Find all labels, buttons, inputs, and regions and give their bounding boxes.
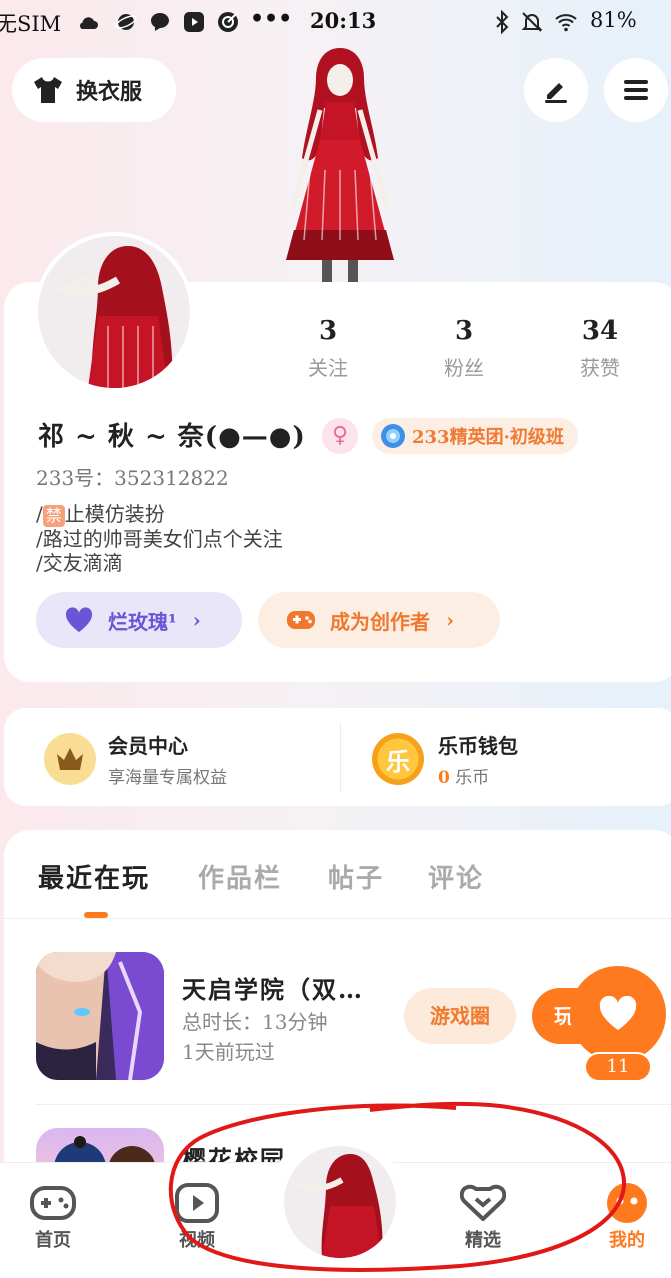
heart-icon <box>599 996 637 1030</box>
stat-following[interactable]: 3 关注 <box>268 316 388 381</box>
avatar-image <box>56 246 173 388</box>
user-id: 233号：352312822 <box>36 466 229 490</box>
mute-bell-icon <box>521 12 543 32</box>
nav-home-label: 首页 <box>35 1230 71 1251</box>
battery-level: 81% <box>590 8 637 32</box>
cloud-icon <box>80 17 98 29</box>
chevron-right-icon: › <box>446 608 454 632</box>
divider <box>4 918 671 919</box>
tab-comments[interactable]: 评论 <box>428 858 484 895</box>
lebi-coin-icon: 乐 <box>372 733 424 785</box>
chevron-right-icon: › <box>192 608 201 632</box>
wallet-title: 乐币钱包 <box>438 734 518 758</box>
nav-home[interactable]: 首页 <box>8 1180 98 1252</box>
become-creator-button[interactable]: 成为创作者 › <box>258 592 500 648</box>
gamepad-icon <box>30 1186 76 1220</box>
clock: 20:13 <box>310 8 377 33</box>
group-badge[interactable]: 233精英团·初级班 <box>372 418 578 454</box>
crown-icon <box>44 733 96 785</box>
status-bar: 无SIM ••• 20:13 81% <box>0 0 671 44</box>
stat-likes[interactable]: 34 获赞 <box>540 316 660 381</box>
likes-label: 获赞 <box>580 356 620 380</box>
bio-line-3: /交友滴滴 <box>36 551 123 575</box>
bio-slash: / <box>36 502 43 526</box>
likes-count: 34 <box>581 316 619 346</box>
last-played: 1天前玩过 <box>182 1040 275 1064</box>
heart-icon <box>65 607 93 632</box>
female-gender-icon: ♀ <box>322 418 358 454</box>
play-duration: 总时长：13分钟 <box>182 1010 328 1034</box>
rose-pill-button[interactable]: 烂玫瑰¹ › <box>36 592 242 648</box>
followers-label: 粉丝 <box>444 356 484 380</box>
stat-followers[interactable]: 3 粉丝 <box>404 316 524 381</box>
rose-pill-label: 烂玫瑰¹ <box>108 609 177 634</box>
following-label: 关注 <box>308 356 348 380</box>
become-creator-label: 成为创作者 <box>330 609 430 634</box>
planet-icon <box>115 14 137 30</box>
following-count: 3 <box>318 316 338 346</box>
vip-center-entry[interactable]: 会员中心 享海量专属权益 <box>44 730 227 788</box>
like-count: 11 <box>584 1052 652 1082</box>
divider <box>340 722 341 792</box>
group-badge-label: 233精英团·初级班 <box>412 427 564 448</box>
sim-status: 无SIM <box>0 12 62 36</box>
profile-avatar[interactable] <box>34 232 194 392</box>
game-circle-button[interactable]: 游戏圈 <box>404 988 516 1044</box>
tab-works[interactable]: 作品栏 <box>198 858 282 895</box>
change-outfit-label: 换衣服 <box>76 79 143 105</box>
followers-count: 3 <box>454 316 474 346</box>
bio-line-2: /路过的帅哥美女们点个关注 <box>36 527 283 551</box>
wallet-entry[interactable]: 乐 乐币钱包 0 乐币 <box>372 730 518 788</box>
wallet-balance: 0 乐币 <box>438 763 518 788</box>
tab-posts[interactable]: 帖子 <box>328 858 384 895</box>
bio-line-1: 止模仿装扮 <box>64 502 165 526</box>
gamepad-icon <box>287 611 315 629</box>
pencil-icon <box>545 83 567 103</box>
red-annotation-circle <box>168 1101 627 1272</box>
target-icon <box>218 12 238 32</box>
wifi-icon <box>555 14 577 32</box>
vip-center-subtitle: 享海量专属权益 <box>108 768 227 788</box>
game-cover-image <box>36 952 164 1080</box>
game-title[interactable]: 天启学院（双… <box>182 970 364 1005</box>
chat-icon <box>151 13 169 31</box>
username: 祁 ~ 秋 ~ 奈(●—●) <box>38 422 306 452</box>
menu-button[interactable] <box>604 58 668 122</box>
menu-icon <box>624 80 648 100</box>
ban-badge: 禁 <box>42 505 65 527</box>
floating-like-button[interactable] <box>570 966 666 1062</box>
wallet-unit: 乐币 <box>455 768 490 788</box>
bluetooth-icon <box>496 10 509 34</box>
shield-badge-icon <box>381 424 405 448</box>
vip-center-title: 会员中心 <box>108 734 188 758</box>
character-figure-image[interactable] <box>270 40 410 290</box>
bio: / 禁止模仿装扮 /路过的帅哥美女们点个关注 /交友滴滴 <box>36 502 283 575</box>
more-notifications-icon: ••• <box>250 6 293 32</box>
play-icon <box>184 12 204 32</box>
change-outfit-button[interactable]: 换衣服 <box>12 58 176 122</box>
tab-recently-played[interactable]: 最近在玩 <box>38 858 150 895</box>
wallet-amount: 0 <box>438 768 450 788</box>
game-icon-tianqi[interactable] <box>36 952 164 1080</box>
shirt-icon <box>34 77 62 103</box>
edit-profile-button[interactable] <box>524 58 588 122</box>
